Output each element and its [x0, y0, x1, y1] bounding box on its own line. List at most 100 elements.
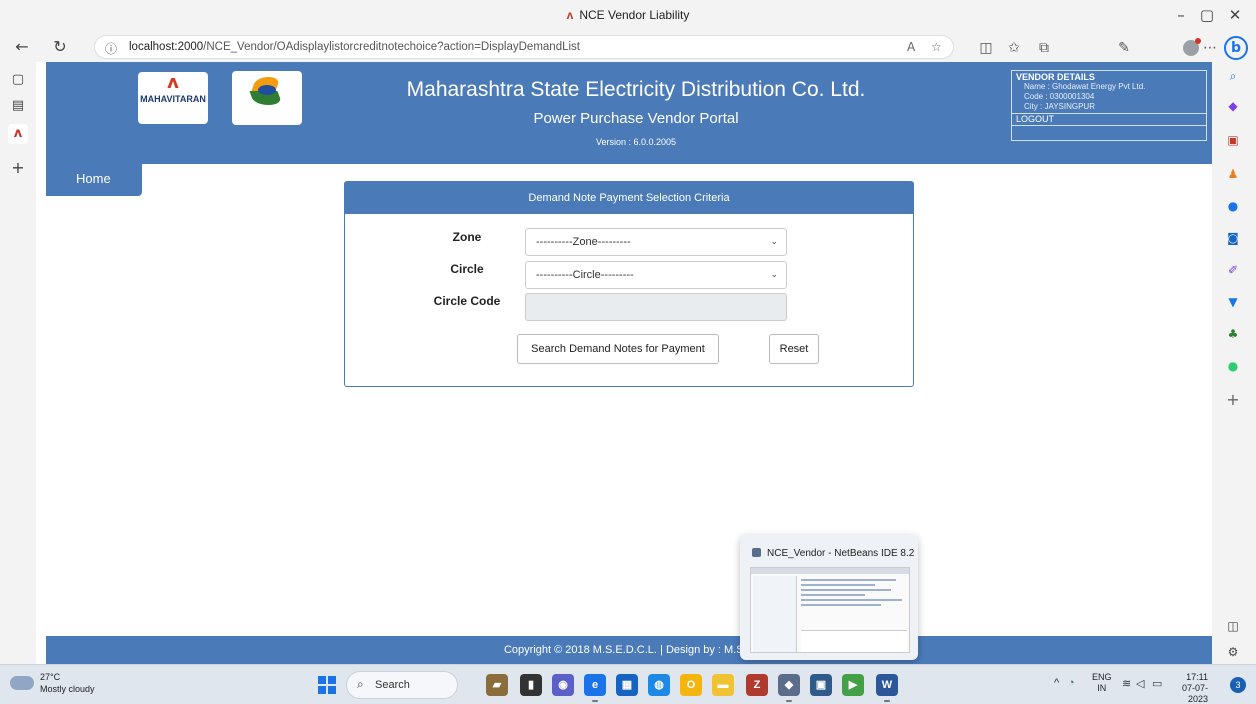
- chevron-down-icon: ⌄: [770, 236, 778, 246]
- mahavitaran-logo-text: MAHAVITARAN: [140, 94, 206, 104]
- back-icon[interactable]: ←: [12, 37, 32, 56]
- page-viewport: ʌ MAHAVITARAN Maharashtra State Electric…: [36, 62, 1212, 664]
- weather-condition: Mostly cloudy: [40, 684, 95, 694]
- address-bar[interactable]: ⓘ localhost:2000/NCE_Vendor/OAdisplaylis…: [94, 35, 954, 59]
- app-browser-icon[interactable]: ◍: [648, 674, 670, 696]
- read-aloud-icon[interactable]: A: [907, 40, 915, 54]
- govt-emblem-logo: [232, 71, 302, 125]
- circle-select[interactable]: ----------Circle--------- ⌄: [525, 261, 787, 289]
- url-text[interactable]: localhost:2000/NCE_Vendor/OAdisplaylisto…: [129, 41, 580, 53]
- vendor-details-heading: VENDOR DETAILS: [1016, 72, 1095, 82]
- minimize-icon[interactable]: –: [1170, 6, 1192, 24]
- search-icon[interactable]: ⌕: [1225, 68, 1241, 84]
- browser-toolbar: ← ↻ ⓘ localhost:2000/NCE_Vendor/OAdispla…: [0, 32, 1256, 62]
- version-text: Version : 6.0.0.2005: [595, 137, 677, 147]
- circle-select-value: ----------Circle---------: [536, 269, 634, 281]
- collections-icon[interactable]: ⧉: [1034, 40, 1054, 56]
- app-edge-icon[interactable]: e: [584, 674, 606, 702]
- close-icon[interactable]: ✕: [1224, 6, 1246, 24]
- search-demand-notes-button[interactable]: Search Demand Notes for Payment: [517, 334, 719, 364]
- outlook-icon[interactable]: ◙: [1225, 230, 1241, 246]
- app-network-icon[interactable]: ▣: [810, 674, 832, 696]
- refresh-icon[interactable]: ↻: [50, 37, 70, 56]
- restore-icon[interactable]: ▢: [1196, 6, 1218, 24]
- circle-code-label: Circle Code: [433, 294, 501, 308]
- tab-active-icon[interactable]: ʌ: [8, 124, 28, 144]
- app-filezilla-icon[interactable]: Z: [746, 674, 768, 696]
- drop-icon[interactable]: ▼: [1225, 294, 1241, 310]
- extensions-icon[interactable]: ✎: [1114, 40, 1134, 56]
- edge-sidebar: ⌕ ◆ ▣ ♟ ● ◙ ✐ ▼ ♣ ● + ◫ ⚙: [1212, 62, 1256, 664]
- mahavitaran-mark-icon: ʌ: [167, 72, 179, 93]
- tray-chevron-icon[interactable]: ^: [1054, 677, 1059, 689]
- preview-title: NCE_Vendor - NetBeans IDE 8.2: [752, 548, 914, 559]
- zone-select-value: ----------Zone---------: [536, 236, 631, 248]
- designer-icon[interactable]: ✐: [1225, 262, 1241, 278]
- mahavitaran-logo: ʌ MAHAVITARAN: [138, 72, 208, 124]
- app-tool-icon[interactable]: ▶: [842, 674, 864, 696]
- site-footer: Copyright © 2018 M.S.E.D.C.L. | Design b…: [46, 636, 1212, 664]
- profile-avatar[interactable]: [1183, 38, 1201, 56]
- tab-1-icon[interactable]: ▤: [8, 96, 28, 116]
- microsoft365-icon[interactable]: ●: [1225, 198, 1241, 214]
- split-screen-icon[interactable]: ◫: [976, 40, 996, 56]
- company-name: Maharashtra State Electricity Distributi…: [406, 78, 866, 101]
- battery-icon[interactable]: ▭: [1152, 677, 1162, 690]
- zone-select[interactable]: ----------Zone--------- ⌄: [525, 228, 787, 256]
- copilot-icon[interactable]: b: [1224, 36, 1248, 60]
- favorites-icon[interactable]: ✩: [1004, 40, 1024, 56]
- app-folder-icon[interactable]: ▬: [712, 674, 734, 696]
- chevron-down-icon: ⌄: [770, 269, 778, 279]
- search-icon: ⌕: [357, 677, 364, 691]
- new-tab-icon[interactable]: +: [8, 158, 28, 178]
- games-icon[interactable]: ♟: [1225, 166, 1241, 182]
- vendor-name: Name : Ghodawat Energy Pvt Ltd.: [1024, 82, 1146, 91]
- tray-app-icon[interactable]: ◔: [1068, 677, 1075, 689]
- window-title: ʌ NCE Vendor Liability: [0, 8, 1256, 22]
- site-header-banner: ʌ MAHAVITARAN Maharashtra State Electric…: [46, 62, 1212, 164]
- add-sidebar-app-icon[interactable]: +: [1225, 392, 1241, 408]
- logout-link[interactable]: LOGOUT: [1012, 113, 1206, 126]
- vendor-city: City : JAYSINGPUR: [1024, 102, 1095, 111]
- app-teams-icon[interactable]: ◉: [552, 674, 574, 696]
- start-button[interactable]: [318, 676, 336, 694]
- language-indicator[interactable]: ENG IN: [1092, 672, 1112, 694]
- app-word-icon[interactable]: W: [876, 674, 898, 702]
- tab-actions-icon[interactable]: ▢: [8, 70, 28, 90]
- tools-icon[interactable]: ▣: [1225, 132, 1241, 148]
- portal-name: Power Purchase Vendor Portal: [533, 110, 739, 127]
- shopping-icon[interactable]: ◆: [1225, 98, 1241, 114]
- app-task-view-icon[interactable]: ▮: [520, 674, 542, 696]
- app-outlook-icon[interactable]: O: [680, 674, 702, 696]
- volume-icon[interactable]: ◁: [1136, 677, 1144, 690]
- site-info-icon[interactable]: ⓘ: [105, 40, 117, 57]
- preview-thumbnail[interactable]: [750, 567, 910, 653]
- favorite-star-icon[interactable]: ☆: [931, 40, 942, 54]
- netbeans-icon: [752, 548, 761, 557]
- app-netbeans-icon[interactable]: ◆: [778, 674, 800, 702]
- circle-code-input[interactable]: [525, 293, 787, 321]
- taskbar-search[interactable]: ⌕ Search: [346, 671, 458, 699]
- system-clock[interactable]: 17:11 07-07-2023: [1168, 672, 1208, 704]
- vendor-details-box: VENDOR DETAILS Name : Ghodawat Energy Pv…: [1011, 70, 1207, 141]
- hide-sidebar-icon[interactable]: ◫: [1225, 618, 1241, 634]
- window-title-text: NCE Vendor Liability: [579, 8, 690, 22]
- reset-button[interactable]: Reset: [769, 334, 819, 364]
- selection-criteria-panel: Demand Note Payment Selection Criteria Z…: [344, 181, 914, 387]
- circle-label: Circle: [450, 262, 484, 276]
- window-title-bar: ʌ NCE Vendor Liability – ▢ ✕: [0, 0, 1256, 32]
- taskbar-preview[interactable]: NCE_Vendor - NetBeans IDE 8.2: [740, 535, 918, 660]
- sidebar-settings-icon[interactable]: ⚙: [1225, 644, 1241, 660]
- home-nav-button[interactable]: Home: [46, 164, 142, 196]
- taskbar-search-label: Search: [375, 679, 410, 691]
- windows-taskbar: 27°C Mostly cloudy ⌕ Search ▰ ▮ ◉ e ▦ ◍ …: [0, 664, 1256, 704]
- tree-icon[interactable]: ♣: [1225, 326, 1241, 342]
- zone-label: Zone: [452, 230, 482, 244]
- mahavitaran-favicon-icon: ʌ: [566, 8, 574, 22]
- notification-badge[interactable]: 3: [1230, 677, 1246, 693]
- app-file-explorer-icon[interactable]: ▰: [486, 674, 508, 696]
- app-store-icon[interactable]: ▦: [616, 674, 638, 696]
- more-options-icon[interactable]: ⋯: [1200, 40, 1220, 56]
- spotify-icon[interactable]: ●: [1225, 358, 1241, 374]
- wifi-icon[interactable]: ≋: [1122, 677, 1131, 690]
